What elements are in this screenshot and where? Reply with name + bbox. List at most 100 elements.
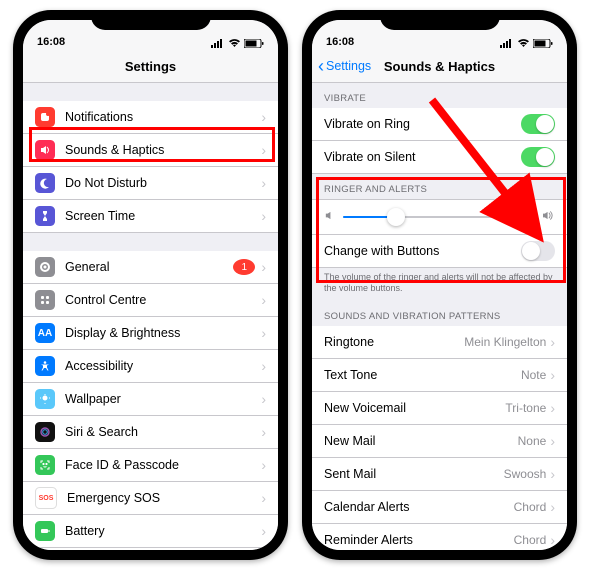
row-vibrate-on-silent[interactable]: Vibrate on Silent xyxy=(312,141,567,174)
row-label: Screen Time xyxy=(65,209,261,223)
chevron-right-icon: › xyxy=(261,490,266,506)
chevron-right-icon: › xyxy=(261,457,266,473)
page-title: Sounds & Haptics xyxy=(384,59,495,74)
chevron-right-icon: › xyxy=(550,433,555,449)
display-icon: AA xyxy=(35,323,55,343)
row-wallpaper[interactable]: Wallpaper › xyxy=(23,383,278,416)
row-label: Display & Brightness xyxy=(65,326,261,340)
chevron-right-icon: › xyxy=(550,499,555,515)
row-label: Do Not Disturb xyxy=(65,176,261,190)
toggle-change-with-buttons[interactable] xyxy=(521,241,555,261)
row-label: Notifications xyxy=(65,110,261,124)
wifi-icon xyxy=(517,39,530,48)
notch xyxy=(91,10,211,30)
accessibility-icon xyxy=(35,356,55,376)
chevron-right-icon: › xyxy=(550,466,555,482)
footer-ringer: The volume of the ringer and alerts will… xyxy=(312,268,567,301)
chevron-right-icon: › xyxy=(261,325,266,341)
row-vibrate-on-ring[interactable]: Vibrate on Ring xyxy=(312,108,567,141)
row-value: Mein Klingelton xyxy=(464,335,546,349)
row-face-id[interactable]: Face ID & Passcode › xyxy=(23,449,278,482)
row-label: Control Centre xyxy=(65,293,261,307)
row-label: Reminder Alerts xyxy=(324,533,514,547)
row-sounds-haptics[interactable]: Sounds & Haptics › xyxy=(23,134,278,167)
wallpaper-icon xyxy=(35,389,55,409)
speaker-low-icon xyxy=(324,210,335,224)
chevron-right-icon: › xyxy=(550,367,555,383)
row-label: Face ID & Passcode xyxy=(65,458,261,472)
row-sent-mail[interactable]: Sent Mail Swoosh › xyxy=(312,458,567,491)
header-sounds: SOUNDS AND VIBRATION PATTERNS xyxy=(312,301,567,326)
notifications-icon xyxy=(35,107,55,127)
row-battery[interactable]: Battery › xyxy=(23,515,278,548)
badge: 1 xyxy=(233,259,255,275)
row-label: New Voicemail xyxy=(324,401,505,415)
row-privacy[interactable]: Privacy › xyxy=(23,548,278,550)
back-button[interactable]: ‹ Settings xyxy=(318,57,371,75)
row-emergency-sos[interactable]: SOS Emergency SOS › xyxy=(23,482,278,515)
row-accessibility[interactable]: Accessibility › xyxy=(23,350,278,383)
row-label: New Mail xyxy=(324,434,518,448)
row-label: Sent Mail xyxy=(324,467,504,481)
chevron-right-icon: › xyxy=(550,400,555,416)
row-value: Tri-tone xyxy=(505,401,546,415)
wifi-icon xyxy=(228,39,241,48)
row-reminder-alerts[interactable]: Reminder Alerts Chord › xyxy=(312,524,567,551)
row-label: Calendar Alerts xyxy=(324,500,514,514)
row-change-with-buttons[interactable]: Change with Buttons xyxy=(312,235,567,268)
chevron-right-icon: › xyxy=(261,142,266,158)
row-new-mail[interactable]: New Mail None › xyxy=(312,425,567,458)
row-label: Battery xyxy=(65,524,261,538)
row-value: Swoosh xyxy=(504,467,547,481)
sounds-list[interactable]: VIBRATE Vibrate on Ring Vibrate on Silen… xyxy=(312,83,567,550)
ringer-volume-slider-row xyxy=(312,199,567,235)
row-general[interactable]: General 1 › xyxy=(23,251,278,284)
phone-right: 16:08 ‹ Settings Sounds & Haptics VIBRAT… xyxy=(302,10,577,560)
battery-icon-row xyxy=(35,521,55,541)
control-centre-icon xyxy=(35,290,55,310)
row-siri-search[interactable]: Siri & Search › xyxy=(23,416,278,449)
row-label: Text Tone xyxy=(324,368,521,382)
row-control-centre[interactable]: Control Centre › xyxy=(23,284,278,317)
row-label: Accessibility xyxy=(65,359,261,373)
signal-icon xyxy=(211,39,225,48)
row-label: Change with Buttons xyxy=(324,244,521,258)
row-notifications[interactable]: Notifications › xyxy=(23,101,278,134)
row-label: Vibrate on Silent xyxy=(324,150,521,164)
back-label: Settings xyxy=(326,59,371,73)
chevron-right-icon: › xyxy=(261,208,266,224)
battery-icon xyxy=(244,39,264,48)
chevron-right-icon: › xyxy=(261,391,266,407)
toggle-vibrate-silent[interactable] xyxy=(521,147,555,167)
sounds-icon xyxy=(35,140,55,160)
sos-icon: SOS xyxy=(35,487,57,509)
phone-left: 16:08 Settings Notifications › Sounds & … xyxy=(13,10,288,560)
chevron-right-icon: › xyxy=(550,532,555,548)
row-display-brightness[interactable]: AA Display & Brightness › xyxy=(23,317,278,350)
row-do-not-disturb[interactable]: Do Not Disturb › xyxy=(23,167,278,200)
faceid-icon xyxy=(35,455,55,475)
screentime-icon xyxy=(35,206,55,226)
status-indicators xyxy=(211,39,264,48)
row-new-voicemail[interactable]: New Voicemail Tri-tone › xyxy=(312,392,567,425)
chevron-right-icon: › xyxy=(261,523,266,539)
chevron-right-icon: › xyxy=(261,358,266,374)
row-screen-time[interactable]: Screen Time › xyxy=(23,200,278,233)
row-calendar-alerts[interactable]: Calendar Alerts Chord › xyxy=(312,491,567,524)
header-ringer: RINGER AND ALERTS xyxy=(312,174,567,199)
toggle-vibrate-ring[interactable] xyxy=(521,114,555,134)
row-label: Vibrate on Ring xyxy=(324,117,521,131)
nav-bar: ‹ Settings Sounds & Haptics xyxy=(312,50,567,83)
row-label: General xyxy=(65,260,233,274)
row-text-tone[interactable]: Text Tone Note › xyxy=(312,359,567,392)
row-value: None xyxy=(518,434,547,448)
page-title: Settings xyxy=(125,59,176,74)
gear-icon xyxy=(35,257,55,277)
chevron-right-icon: › xyxy=(261,175,266,191)
row-ringtone[interactable]: Ringtone Mein Klingelton › xyxy=(312,326,567,359)
chevron-right-icon: › xyxy=(261,424,266,440)
volume-slider[interactable] xyxy=(343,216,534,218)
settings-list[interactable]: Notifications › Sounds & Haptics › Do No… xyxy=(23,83,278,550)
chevron-right-icon: › xyxy=(261,109,266,125)
signal-icon xyxy=(500,39,514,48)
